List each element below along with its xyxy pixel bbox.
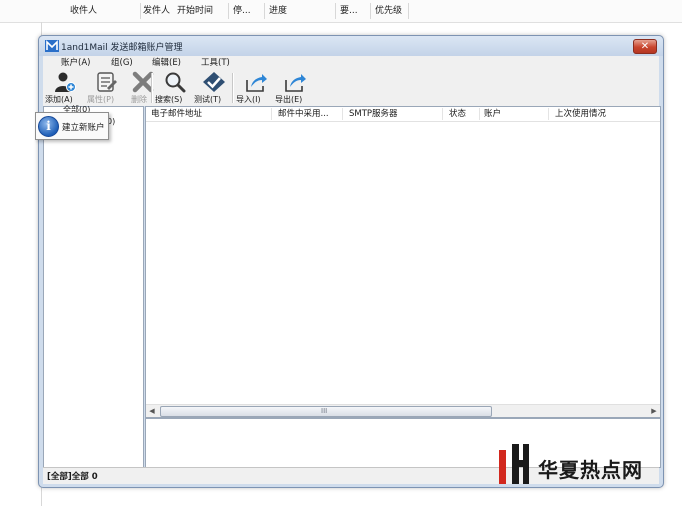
column-divider	[442, 108, 443, 120]
toolbar: 添加(A) 属性(P) 删除 搜索(S) 测试(T) 导入(I) 导出(E)	[43, 70, 659, 106]
column-last-used[interactable]: 上次使用情况	[555, 107, 606, 121]
add-button[interactable]: 添加(A)	[45, 70, 89, 106]
watermark-text: 华夏热点网	[538, 458, 643, 482]
account-list[interactable]: 电子邮件地址 邮件中采用... SMTP服务器 状态 账户 上次使用情况 ◀ I…	[145, 106, 661, 418]
bg-column-divider	[335, 3, 336, 19]
import-label: 导入(I)	[236, 95, 261, 104]
bg-column-recipient[interactable]: 收件人	[70, 0, 97, 22]
column-divider	[479, 108, 480, 120]
test-icon	[203, 72, 225, 92]
title-bar[interactable]: 1and1Mail 发送邮箱账户管理 ✕	[39, 36, 663, 56]
menu-bar: 账户(A) 组(G) 编辑(E) 工具(T)	[43, 56, 659, 70]
horizontal-scrollbar[interactable]: ◀ III ▶	[146, 404, 660, 417]
search-icon	[165, 72, 186, 93]
watermark-logo-icon	[499, 444, 529, 484]
menu-group[interactable]: 组(G)	[111, 56, 133, 70]
scroll-grip: III	[321, 407, 328, 415]
import-icon	[246, 74, 267, 92]
add-user-icon	[55, 72, 76, 92]
column-email-address[interactable]: 电子邮件地址	[151, 107, 202, 121]
bg-column-divider	[228, 3, 229, 19]
column-divider	[342, 108, 343, 120]
import-button[interactable]: 导入(I)	[236, 70, 280, 106]
bg-column-divider	[408, 3, 409, 19]
scroll-right-icon[interactable]: ▶	[648, 405, 660, 417]
properties-label: 属性(P)	[87, 95, 115, 104]
column-mail-sender[interactable]: 邮件中采用...	[278, 107, 329, 121]
column-divider	[271, 108, 272, 120]
close-icon: ✕	[640, 41, 650, 52]
export-icon	[285, 74, 306, 92]
menu-account[interactable]: 账户(A)	[61, 56, 90, 70]
toolbar-separator	[232, 73, 234, 103]
bg-column-stop[interactable]: 停...	[233, 0, 251, 22]
bg-column-required[interactable]: 要...	[340, 0, 358, 22]
column-account[interactable]: 账户	[484, 107, 501, 121]
export-button[interactable]: 导出(E)	[275, 70, 319, 106]
bg-column-divider	[370, 3, 371, 19]
bg-column-progress[interactable]: 进度	[269, 0, 287, 22]
status-text: [全部]全部 0	[47, 472, 98, 482]
column-smtp-server[interactable]: SMTP服务器	[349, 107, 398, 121]
info-icon: i	[38, 116, 59, 137]
bg-column-start-time[interactable]: 开始时间	[177, 0, 213, 22]
close-button[interactable]: ✕	[633, 39, 657, 54]
menu-edit[interactable]: 编辑(E)	[152, 56, 181, 70]
test-label: 测试(T)	[194, 95, 222, 104]
toolbar-separator	[151, 73, 153, 103]
background-list-header: 收件人 发件人 开始时间 停... 进度 要... 优先级	[0, 0, 682, 23]
app-logo-icon	[45, 40, 59, 52]
bg-column-divider	[140, 3, 141, 19]
new-account-menu[interactable]: i 建立新账户	[35, 112, 109, 140]
delete-label: 删除	[131, 95, 147, 104]
scroll-thumb[interactable]: III	[160, 406, 492, 417]
search-label: 搜索(S)	[155, 95, 183, 104]
export-label: 导出(E)	[275, 95, 303, 104]
properties-icon	[97, 72, 117, 92]
search-button[interactable]: 搜索(S)	[155, 70, 199, 106]
scroll-left-icon[interactable]: ◀	[146, 405, 158, 417]
new-account-menu-item[interactable]: 建立新账户	[62, 121, 105, 133]
bg-column-priority[interactable]: 优先级	[375, 0, 402, 22]
menu-tools[interactable]: 工具(T)	[201, 56, 230, 70]
bg-column-sender[interactable]: 发件人	[143, 0, 170, 22]
account-manager-window: 1and1Mail 发送邮箱账户管理 ✕ 账户(A) 组(G) 编辑(E) 工具…	[38, 35, 664, 488]
group-tree-pane[interactable]	[43, 106, 144, 468]
column-status[interactable]: 状态	[449, 107, 466, 121]
bg-column-divider	[264, 3, 265, 19]
column-divider	[548, 108, 549, 120]
list-column-header: 电子邮件地址 邮件中采用... SMTP服务器 状态 账户 上次使用情况	[146, 107, 660, 122]
window-title: 1and1Mail 发送邮箱账户管理	[61, 43, 183, 53]
